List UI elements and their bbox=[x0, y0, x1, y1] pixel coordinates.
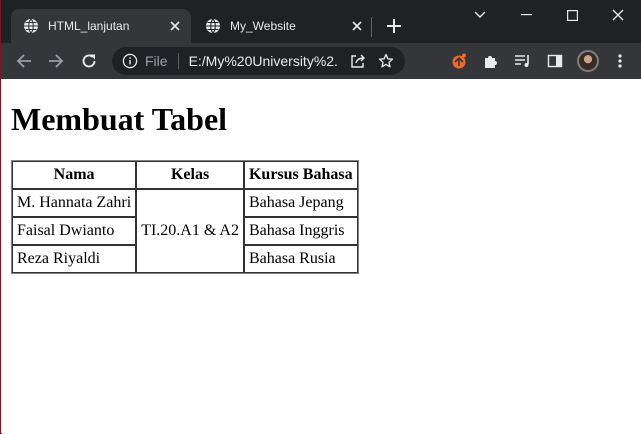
header-kelas: Kelas bbox=[136, 161, 244, 189]
cell-kursus: Bahasa Inggris bbox=[243, 217, 358, 245]
more-icon[interactable] bbox=[609, 50, 631, 72]
new-tab-icon[interactable] bbox=[384, 16, 404, 36]
extension-icon[interactable] bbox=[448, 50, 470, 72]
table-row: M. Hannata Zahri TI.20.A1 & A2 Bahasa Je… bbox=[12, 189, 358, 273]
url-scheme: File bbox=[145, 53, 168, 69]
url-text[interactable]: E:/My%20University%2... bbox=[189, 53, 339, 69]
tab-my-website[interactable]: My_Website bbox=[193, 9, 373, 43]
cell-kursus: Bahasa Rusia bbox=[243, 245, 358, 273]
table-header-row: Nama Kelas Kursus Bahasa bbox=[12, 161, 358, 189]
close-icon[interactable] bbox=[349, 18, 365, 34]
media-icon[interactable] bbox=[512, 50, 534, 72]
cell-nama: M. Hannata Zahri bbox=[12, 189, 137, 217]
cell-kelas-merged: TI.20.A1 & A2 bbox=[136, 189, 244, 273]
course-table: Nama Kelas Kursus Bahasa M. Hannata Zahr… bbox=[11, 160, 359, 274]
share-icon[interactable] bbox=[349, 52, 367, 70]
minimize-icon[interactable] bbox=[503, 0, 549, 30]
close-icon[interactable] bbox=[167, 18, 183, 34]
reload-icon[interactable] bbox=[78, 50, 100, 72]
cell-kursus: Bahasa Jepang bbox=[243, 189, 358, 217]
address-bar[interactable]: File E:/My%20University%2... bbox=[112, 47, 405, 75]
side-panel-icon[interactable] bbox=[544, 50, 566, 72]
omnibox-divider bbox=[177, 53, 179, 69]
header-kursus: Kursus Bahasa bbox=[243, 161, 358, 189]
page-content: Membuat Tabel Nama Kelas Kursus Bahasa M… bbox=[2, 79, 641, 434]
maximize-icon[interactable] bbox=[549, 0, 595, 30]
star-icon[interactable] bbox=[377, 52, 395, 70]
forward-icon[interactable] bbox=[45, 50, 67, 72]
cell-nama: Reza Riyaldi bbox=[12, 245, 137, 273]
cell-nama: Faisal Dwianto bbox=[12, 217, 137, 245]
header-nama: Nama bbox=[12, 161, 137, 189]
tab-divider bbox=[371, 17, 372, 37]
back-icon[interactable] bbox=[13, 50, 35, 72]
tab-title: HTML_lanjutan bbox=[48, 19, 130, 33]
puzzle-icon[interactable] bbox=[480, 50, 502, 72]
avatar[interactable] bbox=[577, 50, 599, 72]
globe-icon bbox=[24, 18, 38, 34]
info-icon[interactable] bbox=[122, 53, 138, 69]
globe-icon bbox=[206, 18, 220, 34]
browser-window: HTML_lanjutan My_Website File E:/My%20Un… bbox=[0, 0, 641, 434]
tab-strip: HTML_lanjutan My_Website bbox=[1, 0, 641, 43]
window-close-icon[interactable] bbox=[595, 0, 641, 30]
toolbar: File E:/My%20University%2... bbox=[1, 43, 641, 79]
tab-search-icon[interactable] bbox=[457, 0, 503, 30]
tab-html-lanjutan[interactable]: HTML_lanjutan bbox=[11, 9, 191, 43]
tab-title: My_Website bbox=[230, 19, 296, 33]
page-title: Membuat Tabel bbox=[11, 101, 228, 137]
